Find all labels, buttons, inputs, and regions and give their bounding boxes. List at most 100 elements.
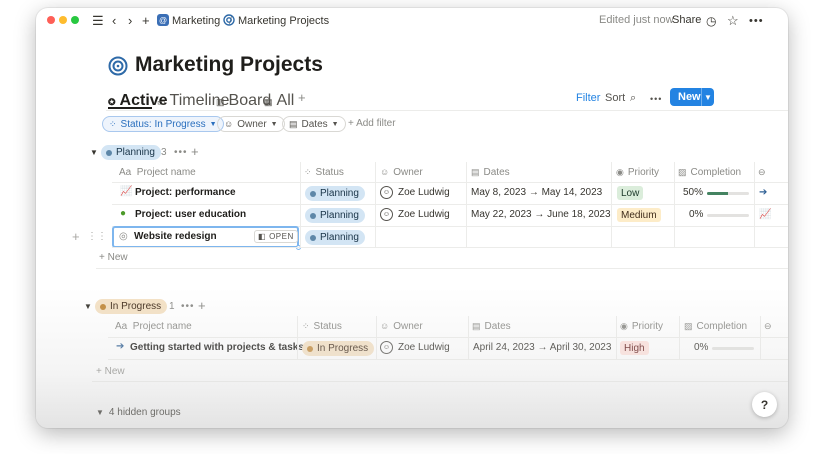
add-filter-button[interactable]: + Add filter [348,118,396,129]
collapse-group-icon[interactable]: ▼ [84,302,92,311]
column-header-label: Completion [690,167,742,178]
status-dot [307,345,313,352]
new-button[interactable]: New ▼ [670,88,714,106]
group-badge-in-progress[interactable]: In Progress [95,299,168,314]
timeline-icon: ▭ [157,97,166,107]
owner-name[interactable]: Zoe Ludwig [398,342,450,353]
star-icon[interactable]: ☆ [727,13,739,29]
column-header-priority[interactable]: ◉ Priority [620,321,663,332]
owner-name[interactable]: Zoe Ludwig [398,209,450,220]
add-view-button[interactable]: + [298,90,306,105]
table-row[interactable]: ● Project: user education Planning ☺ Zoe… [112,205,788,226]
column-header-completion[interactable]: ▨ Completion [678,167,741,178]
status-icon: ⁘ [304,167,312,177]
hidden-groups-toggle[interactable]: ▼ 4 hidden groups [96,407,181,418]
view-more-icon[interactable]: ••• [650,94,662,104]
share-button[interactable]: Share [672,14,701,26]
column-header-owner[interactable]: ☺ Owner [380,321,423,332]
priority-tag[interactable]: Low [617,186,644,200]
new-page-icon[interactable]: + [142,13,150,29]
group-add-icon[interactable]: + [191,144,199,159]
column-divider [300,162,301,248]
date-range[interactable]: April 24, 2023 → April 30, 2023 [473,342,611,353]
close-window-button[interactable] [47,16,55,24]
chevron-down-icon: ▼ [96,408,104,417]
chevron-down-icon[interactable]: ▼ [701,88,714,106]
status-filter-chip[interactable]: ⁘ Status: In Progress ▼ [102,116,224,132]
column-header-status[interactable]: ⁘ Status [304,167,344,178]
calendar-icon: ▤ [472,321,481,331]
chart-emoji-icon: 📈 [759,209,772,220]
apple-icon: ● [120,208,127,219]
workspace-icon: @ [157,14,169,26]
status-badge[interactable]: Planning [305,186,365,201]
project-name[interactable]: Project: performance [135,187,236,198]
tab-board[interactable]: ▥ Board [216,92,271,110]
column-divider [297,316,298,360]
column-header-name[interactable]: Aa Project name [115,321,192,332]
table-icon: ▦ [264,97,273,107]
new-row-button[interactable]: + New [96,366,125,377]
status-badge[interactable]: Planning [305,230,365,245]
column-header-owner[interactable]: ☺ Owner [380,167,423,178]
dates-filter-chip[interactable]: ▤ Dates ▼ [282,116,346,132]
more-icon[interactable]: ••• [749,13,764,29]
column-header-completion[interactable]: ▨ Completion [684,321,747,332]
group-divider [96,268,788,269]
status-badge[interactable]: In Progress [302,341,375,356]
column-header-overflow[interactable]: ⊖ [758,167,770,178]
active-tab-indicator [108,107,152,109]
menu-icon[interactable]: ☰ [92,13,104,29]
back-icon[interactable]: ‹ [112,13,116,29]
sort-button[interactable]: Sort [605,92,625,104]
status-icon: ⁘ [302,321,310,331]
status-badge[interactable]: Planning [305,208,365,223]
maximize-window-button[interactable] [71,16,79,24]
owner-name[interactable]: Zoe Ludwig [398,187,450,198]
group-add-icon[interactable]: + [198,298,206,313]
group-more-icon[interactable]: ••• [181,301,195,312]
breadcrumb-workspace[interactable]: Marketing [172,14,220,28]
priority-tag[interactable]: Medium [617,208,661,222]
collapse-group-icon[interactable]: ▼ [90,148,98,157]
column-header-status[interactable]: ⁘ Status [302,321,342,332]
status-dot [310,212,316,219]
tab-all[interactable]: ▦ All [264,92,294,110]
minimize-window-button[interactable] [59,16,67,24]
column-header-label: Dates [483,167,510,178]
column-header-priority[interactable]: ◉ Priority [616,167,659,178]
view-divider [106,110,788,111]
target-icon [223,14,235,26]
table-row[interactable]: 📈 Project: performance Planning ☺ Zoe Lu… [112,183,788,204]
column-header-name[interactable]: Aa Project name [119,167,196,178]
breadcrumb-page[interactable]: Marketing Projects [238,14,329,28]
open-page-button[interactable]: ◧ OPEN [254,230,298,243]
column-divider [375,162,376,248]
row-divider [112,247,788,248]
add-row-icon[interactable]: + [72,229,80,244]
project-name[interactable]: Project: user education [135,209,246,220]
completion-bar [707,214,749,217]
column-header-dates[interactable]: ▤ Dates [472,321,511,332]
search-icon[interactable]: ⌕ [630,92,636,105]
group-badge-planning[interactable]: Planning [101,145,161,160]
group-more-icon[interactable]: ••• [174,147,188,158]
editing-cell[interactable]: ◎ Website redesign ◧ OPEN [112,226,301,250]
column-header-dates[interactable]: ▤ Dates [471,167,510,178]
date-range[interactable]: May 22, 2023 → June 18, 2023 [471,209,611,220]
drag-handle-icon[interactable]: ⋮⋮ [87,231,107,242]
project-name[interactable]: Getting started with projects & tasks [130,342,304,353]
project-name-input[interactable]: Website redesign [134,231,217,242]
new-row-button[interactable]: + New [99,252,128,263]
clock-icon[interactable]: ◷ [706,13,716,29]
table-row[interactable]: ➔ Getting started with projects & tasks … [108,338,788,359]
forward-icon[interactable]: › [128,13,132,29]
filter-button[interactable]: Filter [576,92,600,104]
priority-tag[interactable]: High [620,341,649,355]
column-header-overflow[interactable]: ⊖ [764,321,776,332]
owner-filter-chip[interactable]: ☺ Owner ▼ [217,116,285,132]
open-icon: ◧ [258,232,267,241]
date-range[interactable]: May 8, 2023 → May 14, 2023 [471,187,602,198]
status-label: Planning [320,188,359,199]
help-button[interactable]: ? [752,392,777,417]
